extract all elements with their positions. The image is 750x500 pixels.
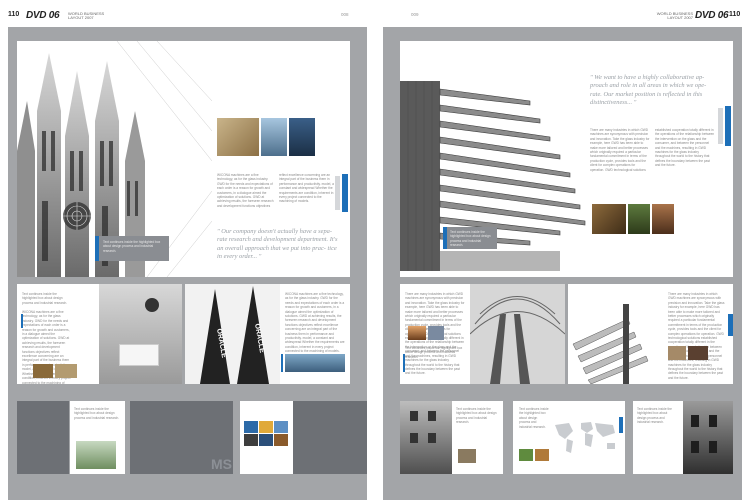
caption-box: Text continues inside the highlighted bo…: [95, 236, 169, 261]
collage-6: [274, 434, 288, 446]
collage-2: [259, 421, 273, 433]
tile-dark-1: [17, 401, 69, 474]
pull-quote: " Our company doesn't actually have a se…: [217, 228, 338, 261]
bathtub: [119, 344, 159, 366]
plant-photo: [628, 204, 650, 234]
oracle-accent: [281, 354, 283, 372]
collage-4: [244, 434, 258, 446]
bathroom-photo: [99, 284, 182, 384]
tile-photo-garden: [76, 441, 116, 469]
left-page: 110 DVD 06 WORLD BUSINESS LAYOUT 2007 00…: [0, 0, 375, 500]
spiral-text: There are many industries in which GWD m…: [668, 292, 725, 380]
sunset-photo: [408, 326, 426, 340]
townhouse-window-4: [709, 441, 717, 453]
map-accent: [619, 417, 623, 433]
spread-thumb-spiral: There are many industries in which GWD m…: [568, 284, 733, 384]
house-window-2: [428, 411, 436, 421]
townhouse-photo: [683, 401, 733, 474]
tile-houses: Text continues inside the highlighted bo…: [400, 401, 503, 474]
tile-dark-3: MS: [211, 401, 367, 474]
pool-photo: [285, 354, 345, 372]
page-number: 110: [8, 11, 20, 18]
brand-logo-right: DVD 06: [695, 10, 729, 21]
accent-bar-right: [725, 106, 731, 146]
collage-3: [274, 421, 288, 433]
tile-world-map: Text continues inside the highlighted bo…: [513, 401, 625, 474]
city-photo: [428, 326, 444, 340]
house-photo-1: [400, 401, 452, 474]
oracle-text: WICONA machines are a fine technology, a…: [285, 292, 345, 354]
brand-tag: WORLD BUSINESS LAYOUT 2007: [68, 11, 105, 20]
spread-thumb-oracle: ORACLE ORACLE WICONA machines are a fine…: [185, 284, 350, 384]
caption-accent-bar: [95, 236, 99, 261]
caption-text-right: Text continues inside the highlighted bo…: [450, 230, 491, 248]
page-accent-shadow: [335, 176, 340, 210]
accent-shadow-right: [718, 108, 723, 144]
collage-5: [259, 434, 273, 446]
map-photo-1: [519, 449, 533, 461]
spiral-photo-1: [668, 346, 686, 360]
houses-text: Text continues inside the highlighted bo…: [456, 407, 497, 425]
main-page: Text continues inside the highlighted bo…: [17, 41, 350, 277]
page-number-right: 110: [729, 11, 741, 18]
spiral-accent: [728, 314, 733, 336]
tile-text: Text continues inside the highlighted bo…: [74, 407, 120, 420]
caption-box-right: Text continues inside the highlighted bo…: [443, 227, 497, 249]
interior-photo: [592, 204, 626, 234]
tile-interior: Text continues inside the highlighted bo…: [70, 401, 125, 474]
spread-thumb-bathroom: Text continues inside the highlighted bo…: [17, 284, 182, 384]
townhouses-text: Text continues inside the highlighted bo…: [637, 407, 672, 425]
brand-logo: DVD 06: [26, 10, 60, 21]
houses-small-photo: [458, 449, 476, 463]
map-text: Text continues inside the highlighted bo…: [519, 407, 549, 429]
pull-quote-right: " We want to have a highly collaborative…: [590, 74, 707, 107]
caption-accent-right: [443, 227, 447, 249]
spiral-photo-2: [688, 346, 708, 360]
structure-photo: [470, 284, 565, 384]
spread-thumb-structure: There are many industries in which GWD m…: [400, 284, 565, 384]
house-window-4: [428, 433, 436, 443]
world-map-graphic: [555, 422, 615, 453]
house-window-1: [410, 411, 418, 421]
townhouse-window-2: [709, 415, 717, 427]
main-page-right: Text continues inside the highlighted bo…: [400, 41, 733, 277]
house-window-3: [410, 433, 418, 443]
map-photo-2: [535, 449, 549, 461]
sailboat-photo: ORACLE ORACLE: [185, 284, 280, 384]
townhouse-window-1: [691, 415, 699, 427]
tile-logo: MS: [211, 456, 232, 472]
window-photo: [261, 118, 287, 156]
structure-text-2: Text continues inside the highlighted bo…: [405, 346, 463, 359]
structure-drawing: [470, 284, 565, 384]
thumb-text-1: Text continues inside the highlighted bo…: [22, 292, 68, 305]
spiral-photo: [568, 284, 663, 384]
thumb-photo-1: [33, 364, 53, 378]
thumb-photo-2: [55, 364, 77, 378]
folio-right: 009: [411, 12, 419, 17]
collage-1: [244, 421, 258, 433]
folio: 008: [341, 12, 349, 17]
tile-collage: [240, 401, 293, 474]
glass-photo: [289, 118, 315, 156]
tile-townhouses: Text continues inside the highlighted bo…: [633, 401, 733, 474]
body-text-right: There are many industries in which GWD m…: [590, 128, 715, 172]
facade-photo: [652, 204, 674, 234]
right-page: 009 WORLD BUSINESS LAYOUT 2007 DVD 06 11…: [375, 0, 750, 500]
thumb-accent: [21, 314, 23, 328]
left-page-header: 110 DVD 06 WORLD BUSINESS LAYOUT 2007 00…: [8, 10, 368, 24]
right-page-header: 009 WORLD BUSINESS LAYOUT 2007 DVD 06 11…: [383, 10, 743, 24]
office-photo: [217, 118, 259, 156]
sail-drawing: ORACLE ORACLE: [200, 286, 269, 384]
mirror: [145, 298, 159, 312]
page-accent-bar: [342, 174, 348, 212]
caption-text: Text continues inside the highlighted bo…: [103, 240, 161, 253]
body-text: WICONA machines are a fine technology, a…: [217, 173, 334, 208]
structure-accent: [403, 354, 405, 372]
townhouse-window-3: [691, 441, 699, 453]
spiral-drawing: [572, 304, 649, 384]
brand-tag-right: WORLD BUSINESS LAYOUT 2007: [656, 11, 693, 20]
